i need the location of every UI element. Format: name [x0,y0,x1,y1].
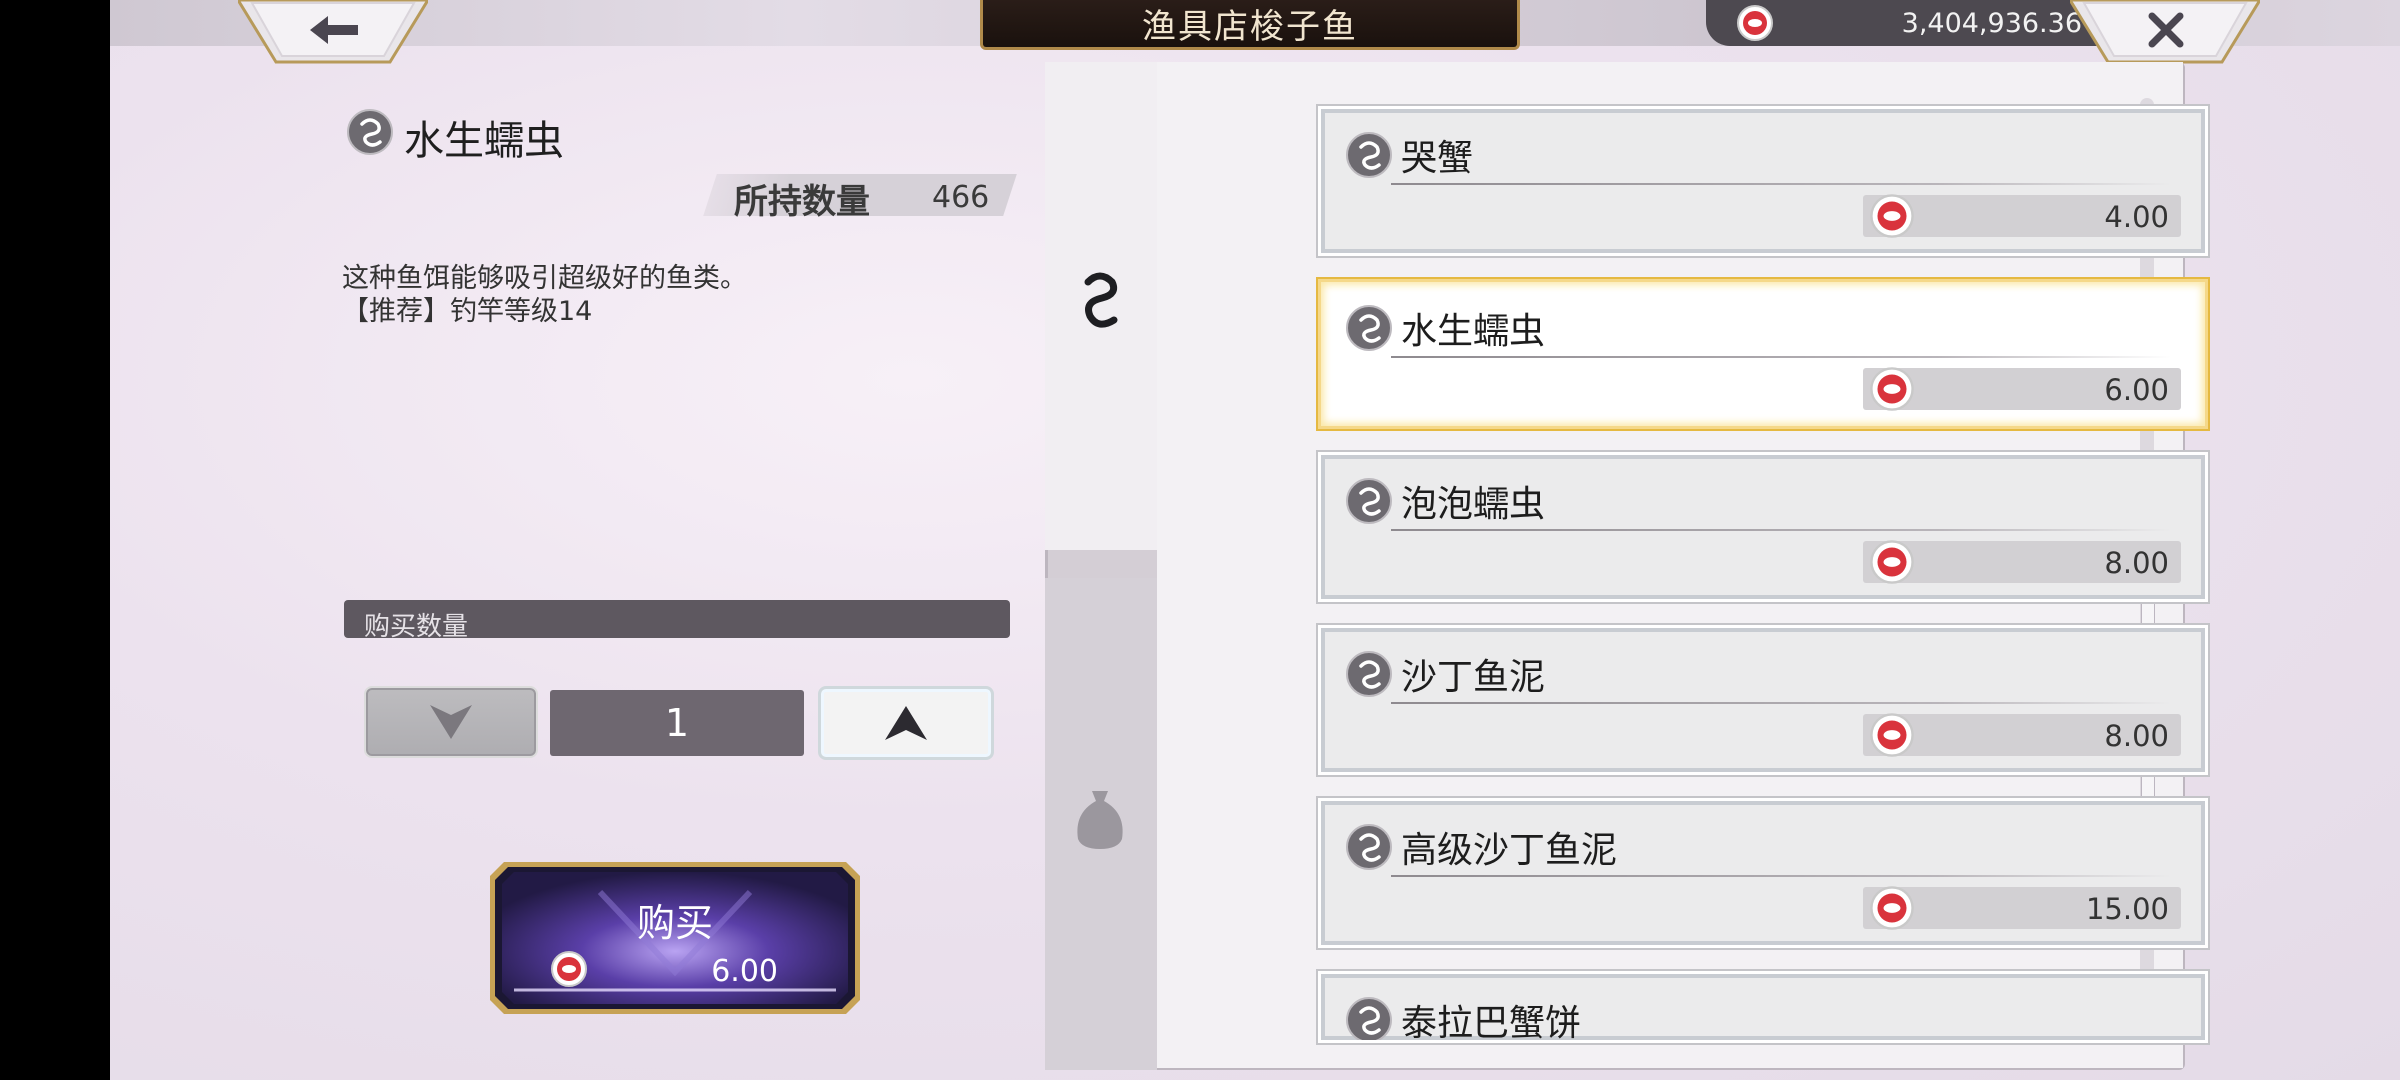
chevron-up-icon [885,706,927,740]
coin-icon [1870,886,1914,930]
description-line: 这种鱼饵能够吸引超级好的鱼类。 [342,263,747,294]
shop-screen: 渔具店梭子鱼 3,404,936.36 水生蠕虫 所持数量 466 这种鱼饵能够… [110,0,2400,1080]
item-price-bar: 6.00 [1863,367,2181,411]
item-name: 高级沙丁鱼泥 [1401,830,1618,871]
description-line: 【推荐】钓竿等级14 [342,296,593,327]
back-button[interactable] [238,0,428,66]
list-item[interactable]: 沙丁鱼泥 8.00 [1316,623,2210,777]
buy-button[interactable]: 购买 6.00 [490,862,860,1014]
currency-amount: 3,404,936.36 [1901,8,2082,39]
coin-icon [1737,5,1773,41]
divider [1391,183,2171,185]
item-price: 4.00 [2104,200,2169,234]
currency-display: 3,404,936.36 [1706,0,2126,46]
worm-bait-icon [1346,305,1392,351]
coin-icon [1870,540,1914,584]
quantity-decrease-button[interactable] [364,686,538,758]
close-button[interactable] [2070,0,2260,66]
shop-title: 渔具店梭子鱼 [1142,7,1358,47]
item-price: 6.00 [2104,373,2169,407]
divider [1391,529,2171,531]
divider [1391,875,2171,877]
worm-bait-icon [1346,132,1392,178]
item-price-bar: 4.00 [1863,194,2181,238]
chevron-down-icon [430,705,472,739]
worm-bait-icon [1084,272,1118,328]
quantity-header: 购买数量 [344,600,1010,642]
selected-item-name: 水生蠕虫 [404,118,564,164]
item-price-bar: 15.00 [1863,886,2181,930]
coin-icon [1870,367,1914,411]
buy-price: 6.00 [711,954,778,989]
item-price: 8.00 [2104,719,2169,753]
divider [1391,702,2171,704]
owned-count-value: 466 [932,180,990,215]
item-name: 水生蠕虫 [1401,311,1546,352]
worm-bait-icon [1346,478,1392,524]
divider [1391,356,2171,358]
worm-bait-icon [1346,824,1392,870]
list-item[interactable]: 哭蟹 4.00 [1316,104,2210,258]
item-description: 这种鱼饵能够吸引超级好的鱼类。 【推荐】钓竿等级14 [342,262,747,328]
worm-bait-icon [347,109,393,155]
quantity-increase-button[interactable] [818,686,994,760]
coin-icon [1870,194,1914,238]
coin-icon [1870,713,1914,757]
buy-label: 购买 [636,901,713,945]
item-price-bar: 8.00 [1863,540,2181,584]
shop-title-plate: 渔具店梭子鱼 [980,0,1520,50]
list-item[interactable]: 泰拉巴蟹饼 [1316,969,2210,1045]
quantity-label: 购买数量 [364,612,469,642]
worm-bait-icon [1346,651,1392,697]
item-price: 8.00 [2104,546,2169,580]
item-price-bar: 8.00 [1863,713,2181,757]
owned-count-label: 所持数量 [734,182,870,222]
item-price: 15.00 [2085,892,2169,926]
item-name: 泰拉巴蟹饼 [1401,1003,1582,1043]
item-name: 沙丁鱼泥 [1401,657,1546,698]
list-item[interactable]: 泡泡蠕虫 8.00 [1316,450,2210,604]
worm-bait-icon [1346,997,1392,1040]
arrow-left-icon [310,16,358,44]
list-item[interactable]: 高级沙丁鱼泥 15.00 [1316,796,2210,950]
item-name: 哭蟹 [1401,138,1474,179]
list-item-selected[interactable]: 水生蠕虫 6.00 [1316,277,2210,431]
item-name: 泡泡蠕虫 [1401,484,1546,525]
close-icon [2148,12,2184,48]
bag-icon [1077,791,1123,849]
coin-icon [551,951,587,987]
quantity-value[interactable]: 1 [550,690,804,756]
